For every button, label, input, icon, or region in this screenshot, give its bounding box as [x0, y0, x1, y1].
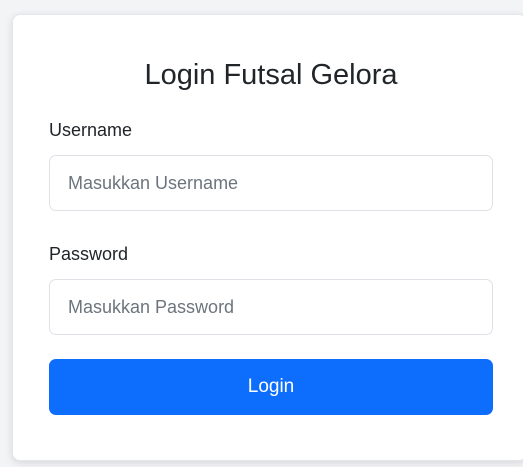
password-group: Password: [49, 243, 493, 335]
login-button[interactable]: Login: [49, 359, 493, 415]
login-card: Login Futsal Gelora Username Password Lo…: [12, 14, 523, 461]
username-label: Username: [49, 120, 133, 140]
username-group: Username: [49, 119, 493, 211]
page-title: Login Futsal Gelora: [144, 59, 398, 91]
password-label: Password: [49, 244, 129, 264]
username-input[interactable]: [49, 155, 493, 211]
password-input[interactable]: [49, 279, 493, 335]
